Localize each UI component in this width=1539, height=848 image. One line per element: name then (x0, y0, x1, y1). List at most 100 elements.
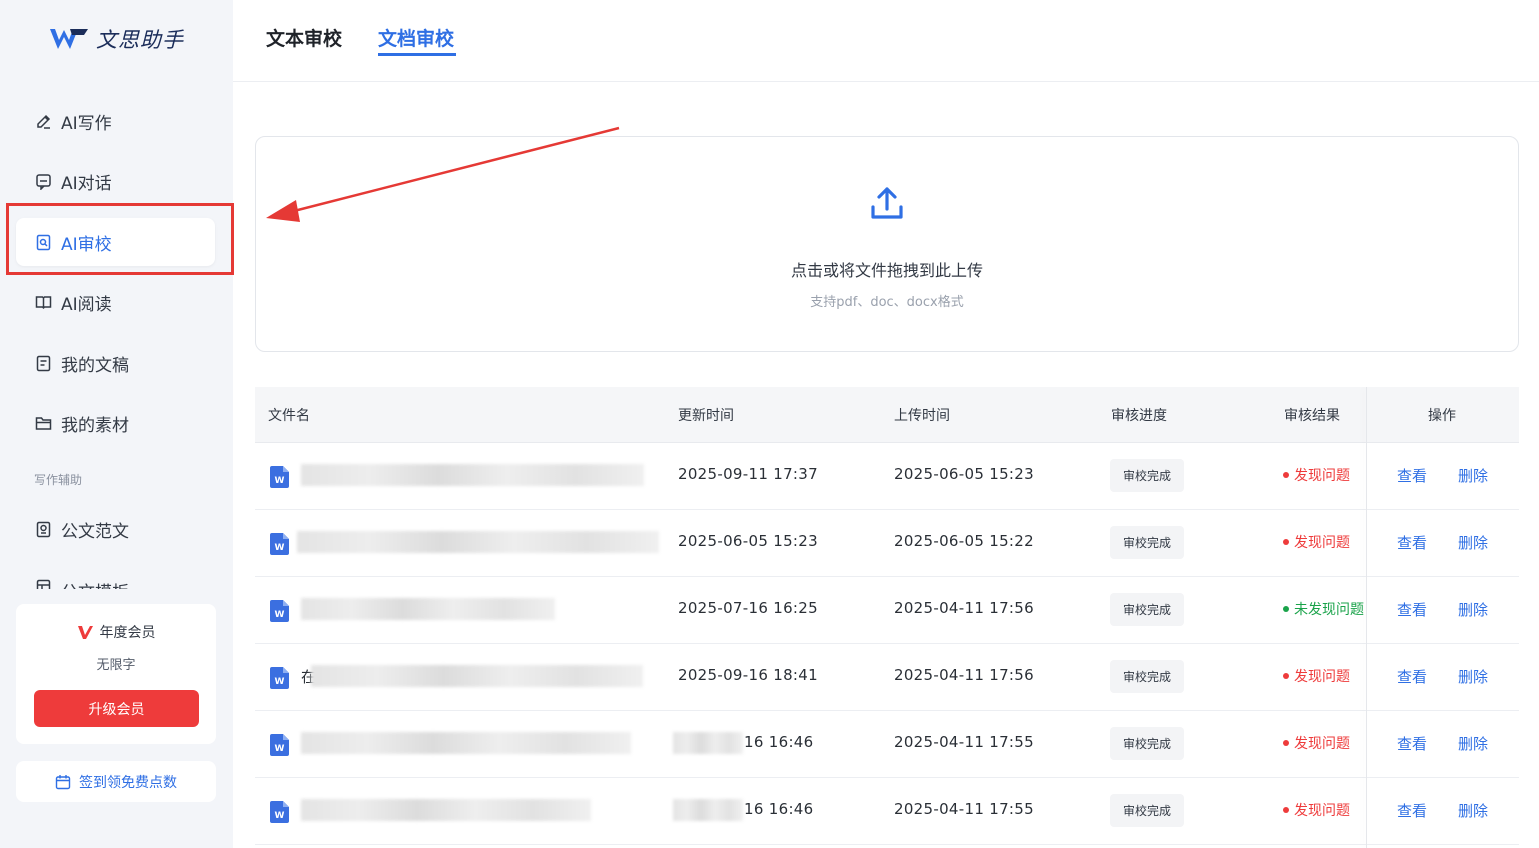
header-result: 审核结果 (1284, 408, 1340, 424)
updated-time: 16 16:46 (744, 733, 814, 751)
vip-v-icon (77, 625, 93, 639)
progress-badge: 审校完成 (1110, 593, 1184, 626)
sidebar-item-official-samples[interactable]: 公文范文 (16, 505, 215, 553)
table-row: W 16 16:46 2025-04-11 17:55 审校完成 发现问题 查看 删除 (255, 778, 1519, 845)
result-status: 发现问题 (1283, 733, 1350, 753)
result-status: 发现问题 (1283, 666, 1350, 686)
upload-title: 点击或将文件拖拽到此上传 (790, 261, 983, 280)
view-button[interactable]: 查看 (1397, 666, 1427, 687)
app-name: 文思助手 (96, 28, 184, 52)
section-label-writing-assist: 写作辅助 (34, 473, 83, 487)
delete-button[interactable]: 删除 (1458, 666, 1488, 687)
redacted-filename (301, 799, 591, 821)
app-logo[interactable]: 文思助手 (48, 24, 184, 54)
svg-text:W: W (275, 543, 285, 553)
progress-badge: 审校完成 (1110, 660, 1184, 693)
upgrade-membership-button[interactable]: 升级会员 (34, 690, 199, 727)
status-dot (1283, 539, 1289, 545)
document-icon (34, 354, 52, 372)
annotation-highlight-box (6, 203, 234, 275)
svg-text:W: W (275, 610, 285, 620)
sidebar: 文思助手 AI写作 AI对话 AI审校 AI阅读 我的文稿 我的素材 写作辅助 … (0, 0, 234, 848)
tab-document-proofread[interactable]: 文档审校 (378, 24, 454, 51)
membership-subtitle: 无限字 (96, 658, 136, 673)
table-header: 文件名 更新时间 上传时间 审核进度 审核结果 操作 (255, 387, 1519, 443)
view-button[interactable]: 查看 (1397, 733, 1427, 754)
checkin-button[interactable]: 签到领免费点数 (16, 761, 216, 802)
header-filename: 文件名 (268, 408, 310, 424)
redacted-filename (301, 464, 644, 486)
sidebar-item-my-materials[interactable]: 我的素材 (16, 399, 215, 447)
sidebar-item-label: AI写作 (61, 113, 112, 134)
word-file-icon: W (270, 667, 289, 689)
view-button[interactable]: 查看 (1397, 465, 1427, 486)
updated-time: 2025-07-16 16:25 (678, 599, 818, 617)
sidebar-item-label: AI阅读 (61, 294, 112, 315)
sidebar-item-my-drafts[interactable]: 我的文稿 (16, 339, 215, 387)
table-row: W 2025-07-16 16:25 2025-04-11 17:56 审校完成 未发现… (255, 577, 1519, 644)
result-status: 发现问题 (1283, 532, 1350, 552)
uploaded-time: 2025-04-11 17:55 (894, 800, 1034, 818)
active-tab-indicator (378, 53, 456, 56)
upload-format-hint: 支持pdf、doc、docx格式 (810, 295, 964, 310)
view-button[interactable]: 查看 (1397, 800, 1427, 821)
status-dot (1283, 606, 1289, 612)
result-label: 发现问题 (1294, 736, 1350, 752)
updated-time: 16 16:46 (744, 800, 814, 818)
chat-icon (34, 172, 52, 190)
redacted-date (673, 799, 743, 821)
status-dot (1283, 740, 1289, 746)
delete-button[interactable]: 删除 (1458, 733, 1488, 754)
sidebar-item-official-templates[interactable]: 公文模板 (16, 565, 215, 589)
result-label: 发现问题 (1294, 468, 1350, 484)
result-status: 发现问题 (1283, 800, 1350, 820)
upload-dropzone[interactable]: 点击或将文件拖拽到此上传 支持pdf、doc、docx格式 (255, 136, 1519, 352)
uploaded-time: 2025-04-11 17:56 (894, 666, 1034, 684)
delete-button[interactable]: 删除 (1458, 532, 1488, 553)
pen-icon (34, 112, 52, 130)
view-button[interactable]: 查看 (1397, 599, 1427, 620)
delete-button[interactable]: 删除 (1458, 599, 1488, 620)
sidebar-item-ai-chat[interactable]: AI对话 (16, 157, 215, 205)
header-actions: 操作 (1428, 408, 1456, 424)
folder-icon (34, 414, 52, 432)
sidebar-item-label: 我的文稿 (61, 355, 129, 376)
delete-button[interactable]: 删除 (1458, 465, 1488, 486)
progress-badge: 审校完成 (1110, 727, 1184, 760)
result-status: 未发现问题 (1283, 599, 1364, 619)
progress-badge: 审校完成 (1110, 459, 1184, 492)
view-button[interactable]: 查看 (1397, 532, 1427, 553)
redacted-filename (301, 732, 631, 754)
result-label: 发现问题 (1294, 535, 1350, 551)
sidebar-item-ai-reading[interactable]: AI阅读 (16, 278, 215, 326)
svg-text:W: W (275, 744, 285, 754)
word-file-icon: W (270, 533, 289, 555)
svg-text:W: W (275, 677, 285, 687)
status-dot (1283, 673, 1289, 679)
checkin-label: 签到领免费点数 (79, 774, 177, 791)
delete-button[interactable]: 删除 (1458, 800, 1488, 821)
result-status: 发现问题 (1283, 465, 1350, 485)
result-label: 发现问题 (1294, 803, 1350, 819)
word-file-icon: W (270, 466, 289, 488)
table-row: W 2025-06-05 15:23 2025-06-05 15:22 审校完成 发现问… (255, 510, 1519, 577)
word-file-icon: W (270, 734, 289, 756)
sidebar-item-label: 我的素材 (61, 415, 129, 436)
sidebar-item-ai-writing[interactable]: AI写作 (16, 97, 215, 145)
header-progress: 审核进度 (1111, 408, 1167, 424)
actions-column-divider (1366, 387, 1367, 848)
upload-icon (871, 187, 903, 219)
sidebar-item-label: 公文范文 (61, 521, 129, 542)
membership-card: 年度会员 无限字 升级会员 (16, 604, 216, 744)
table-row: W 2025-09-11 17:37 2025-06-05 15:23 审校完成 发现问… (255, 443, 1519, 510)
uploaded-time: 2025-04-11 17:56 (894, 599, 1034, 617)
redacted-filename (301, 598, 555, 620)
redacted-filename (311, 665, 643, 687)
table-row: W 16 16:46 2025-04-11 17:55 审校完成 发现问题 查看 删除 (255, 711, 1519, 778)
table-row: W 在 2025-09-16 18:41 2025-04-11 17:56 审校完成 发现… (255, 644, 1519, 711)
tab-text-proofread[interactable]: 文本审校 (266, 24, 342, 51)
progress-badge: 审校完成 (1110, 794, 1184, 827)
logo-icon (50, 29, 88, 49)
redacted-date (673, 732, 743, 754)
updated-time: 2025-09-16 18:41 (678, 666, 818, 684)
